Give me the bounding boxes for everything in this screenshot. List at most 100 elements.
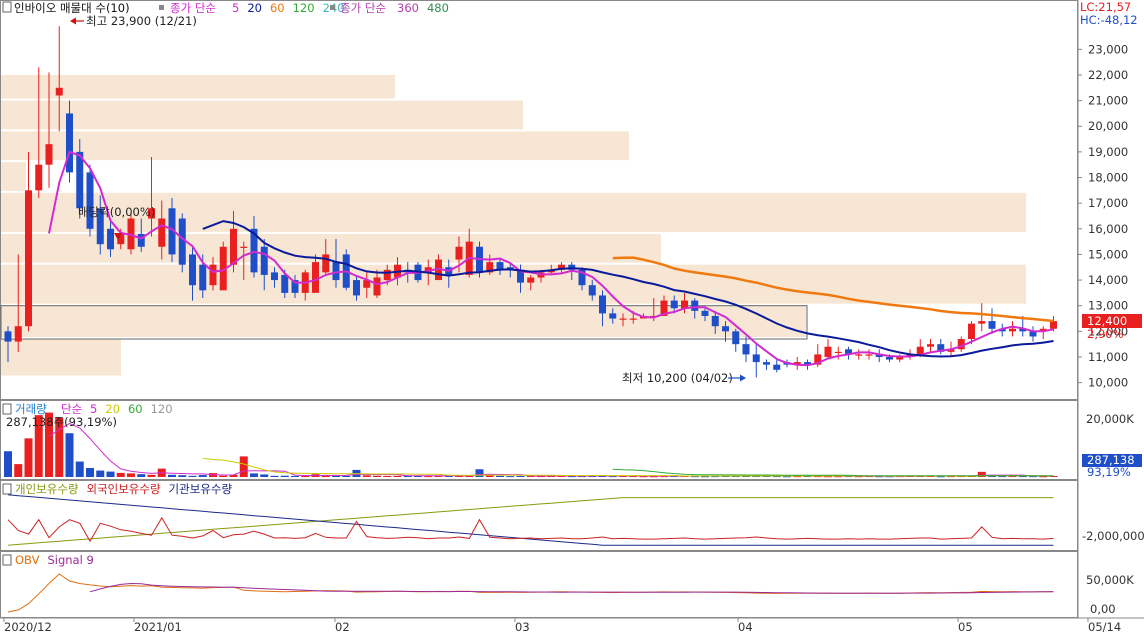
high-label: 최고 23,900 (12/21) (86, 14, 197, 28)
price-tick-label: 10,000 (1088, 376, 1128, 390)
price-tag: 12,400 (1087, 314, 1127, 328)
ma-period-1: 20 (247, 1, 262, 15)
candle (988, 308, 996, 334)
volume-ma5-line (48, 422, 1054, 477)
volume-profile-band (1, 162, 26, 191)
date-tick-label: 2021/01 (134, 620, 182, 634)
ma-legend-label: 종가 단순 (170, 1, 216, 15)
ma-period-2: 60 (270, 1, 285, 15)
candle (742, 336, 750, 363)
ma2-legend-periods: 360 480 (397, 1, 449, 15)
volume-bar (516, 475, 525, 477)
candle (773, 359, 781, 373)
ma2-period-1: 480 (427, 1, 449, 15)
holdings-pane-toggle-icon[interactable] (2, 483, 12, 495)
price-tick-label: 11,000 (1088, 350, 1128, 364)
obv-legend-item-0: OBV (15, 553, 40, 567)
price-tick-label: 20,000 (1088, 119, 1128, 133)
volume-bar (219, 475, 228, 477)
volume-bar (362, 475, 371, 477)
obv-pane-toggle-icon[interactable] (2, 554, 12, 566)
volume-bar (342, 475, 351, 477)
volume-bar (198, 475, 207, 477)
candle (927, 339, 934, 352)
foreign-holdings-line (7, 516, 1054, 543)
holdings-axis-label: -2,000,000 (1082, 529, 1144, 543)
vol-period-0: 5 (90, 402, 97, 416)
obv-legend: OBV Signal 9 (15, 553, 94, 567)
low-label: 최저 10,200 (04/02) (622, 371, 733, 385)
candle (752, 344, 760, 378)
obv-axis-label-bottom: 0,00 (1090, 602, 1116, 616)
ma2-legend-marker-icon (330, 5, 335, 10)
obv-lines (7, 573, 1054, 613)
candle (342, 249, 350, 291)
date-tick-label: 02 (335, 620, 350, 634)
volume-profile-band (1, 305, 806, 338)
volume-bar (75, 461, 84, 477)
volume-pane-toggle-icon[interactable] (2, 403, 12, 415)
volume-bar (4, 451, 12, 477)
ma2-legend-label: 종가 단순 (340, 1, 386, 15)
vol-period-2: 60 (128, 402, 143, 416)
ma-period-3: 120 (293, 1, 315, 15)
ma-legend-periods: 52060120240 (232, 1, 345, 15)
volume-bar (168, 474, 176, 477)
volume-bar (96, 470, 105, 477)
holdings-legend-item-1: 외국인보유수량 (86, 482, 160, 496)
candle (1009, 321, 1016, 337)
volume-profile-band (1, 339, 121, 376)
volume-profile-band (1, 100, 523, 130)
price-tick-label: 19,000 (1088, 145, 1128, 159)
holdings-lines (7, 494, 1054, 546)
vol-period-1: 20 (105, 402, 120, 416)
volume-ma20-line (202, 457, 1054, 477)
candle (824, 339, 832, 360)
date-axis: 2020/12 2021/01 02 03 04 05 05/14 (3, 618, 1121, 634)
volume-bar (65, 433, 74, 477)
pct-tag: 2,90% (1087, 327, 1124, 341)
candle (978, 303, 986, 332)
volume-bar (383, 475, 392, 477)
volume-bar (127, 473, 135, 477)
low-annotation: 최저 10,200 (04/02) (622, 371, 746, 385)
candle (86, 164, 94, 237)
obv-axis-label-top: 50,000K (1086, 573, 1134, 587)
volume-ma-label: 단순 (61, 402, 82, 416)
price-tick-label: 18,000 (1088, 171, 1128, 185)
left-arrow-icon (70, 17, 76, 25)
volume-bar (291, 475, 299, 477)
volume-tag-pct: 93,19% (1087, 465, 1131, 479)
ma-period-0: 5 (232, 1, 239, 15)
vol-period-3: 120 (151, 402, 173, 416)
price-tick-label: 16,000 (1088, 222, 1128, 236)
volume-bar (239, 456, 248, 477)
volume-bar (332, 475, 340, 477)
volume-bar (280, 475, 289, 477)
candle (178, 213, 186, 273)
volume-ma-periods: 5 20 60 120 (90, 402, 173, 416)
volume-bar (485, 475, 494, 477)
hc-indicator: HC:-48,12 (1080, 13, 1138, 27)
volume-bar (178, 475, 187, 477)
chart-canvas[interactable]: 10,00011,00012,00013,00014,00015,00016,0… (0, 0, 1144, 636)
candle (1029, 326, 1037, 342)
pane-toggle-icon[interactable] (2, 1, 12, 13)
volume-bar (373, 475, 381, 477)
date-tick-label: 04 (738, 620, 753, 634)
volume-bar (188, 475, 197, 477)
date-tick-label: 03 (515, 620, 530, 634)
volume-bar (106, 471, 115, 477)
instrument-title: 인바이오 매물대 수(10) (14, 1, 130, 15)
volume-title: 거래량 (15, 402, 47, 416)
date-tick-label: 2020/12 (4, 620, 52, 634)
holdings-legend-item-0: 개인보유수량 (15, 482, 79, 496)
price-tick-label: 21,000 (1088, 94, 1128, 108)
candle (732, 328, 740, 352)
price-tick-label: 15,000 (1088, 247, 1128, 261)
volume-bar (260, 474, 269, 477)
price-tick-label: 13,000 (1088, 299, 1128, 313)
volume-bars (4, 412, 1058, 478)
obv-signal-line (89, 582, 1054, 594)
volume-bar (147, 474, 156, 477)
